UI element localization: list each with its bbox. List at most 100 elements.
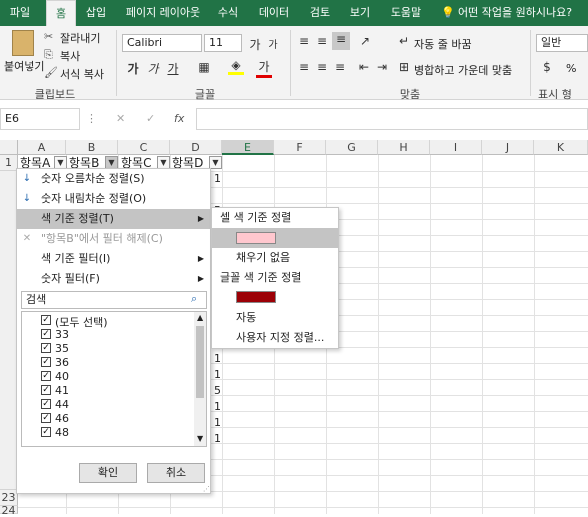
checkbox-item[interactable]: ✓	[41, 427, 51, 437]
scrollbar-thumb[interactable]	[196, 326, 204, 398]
cancel-button[interactable]: 취소	[147, 463, 205, 483]
checkbox-item[interactable]: ✓	[41, 371, 51, 381]
wrap-text-button[interactable]: 자동 줄 바꿈	[414, 36, 472, 52]
column-header[interactable]: F	[274, 140, 326, 155]
tab-review[interactable]: 검토	[304, 0, 336, 26]
cell-value[interactable]: 1	[214, 368, 221, 381]
checkbox-item[interactable]: ✓	[41, 343, 51, 353]
name-box[interactable]: E6	[0, 108, 80, 130]
orientation-icon[interactable]: ↗	[356, 34, 374, 48]
filter-by-color-item[interactable]: 색 기준 필터(I) ▶	[17, 249, 210, 269]
font-size-combo[interactable]: 11	[204, 34, 242, 52]
font-name-combo[interactable]: Calibri	[122, 34, 202, 52]
checkbox-select-all[interactable]: ✓	[41, 315, 51, 325]
resize-grip-icon[interactable]: ⋰	[203, 485, 210, 493]
copy-icon[interactable]: ⎘	[44, 48, 53, 62]
merge-center-button[interactable]: 병합하고 가운데 맞춤	[414, 62, 512, 78]
column-header[interactable]: C	[118, 140, 170, 155]
number-format-combo[interactable]: 일반	[536, 34, 588, 52]
align-left-icon[interactable]: ≡	[296, 60, 312, 74]
scroll-up-icon[interactable]: ▲	[197, 313, 203, 322]
increase-font-icon[interactable]: 가	[248, 36, 262, 53]
tab-file[interactable]: 파일	[0, 0, 40, 26]
column-header[interactable]: H	[378, 140, 430, 155]
sort-descending-item[interactable]: ↓ 숫자 내림차순 정렬(O)	[17, 189, 210, 209]
format-painter-icon[interactable]: 🖌	[44, 66, 58, 79]
checkbox-item[interactable]: ✓	[41, 413, 51, 423]
enter-icon[interactable]: ✓	[146, 112, 155, 125]
dark-red-font-option[interactable]	[212, 288, 338, 308]
paste-icon[interactable]	[12, 30, 34, 56]
column-header[interactable]: D	[170, 140, 222, 155]
column-header[interactable]: E	[222, 140, 274, 155]
number-filter-item[interactable]: 숫자 필터(F) ▶	[17, 269, 210, 289]
fill-color-icon[interactable]: ◈	[228, 58, 244, 75]
pink-fill-option[interactable]	[212, 228, 338, 248]
sort-by-color-item[interactable]: 색 기준 정렬(T) ▶	[17, 209, 210, 229]
list-item-label: 35	[55, 342, 69, 355]
fx-icon[interactable]: fx	[174, 112, 184, 125]
underline-icon[interactable]: 가	[166, 60, 180, 77]
cell-value[interactable]: 5	[214, 384, 221, 397]
align-right-icon[interactable]: ≡	[332, 60, 348, 74]
increase-indent-icon[interactable]: ⇥	[374, 60, 390, 74]
ok-button[interactable]: 확인	[79, 463, 137, 483]
wrap-text-icon[interactable]: ↵	[398, 34, 410, 48]
align-middle-icon[interactable]: ≡	[314, 34, 330, 48]
paste-button[interactable]: 붙여넣기	[4, 58, 44, 74]
align-top-icon[interactable]: ≡	[296, 34, 312, 48]
tab-insert[interactable]: 삽입	[80, 0, 112, 26]
no-fill-option[interactable]: 채우기 없음	[212, 248, 338, 268]
select-all-corner[interactable]	[0, 140, 18, 155]
decrease-indent-icon[interactable]: ⇤	[356, 60, 372, 74]
cell-value[interactable]: 1	[214, 172, 221, 185]
filter-search-input[interactable]: 검색	[21, 291, 207, 309]
cell-value[interactable]: 1	[214, 416, 221, 429]
tab-view[interactable]: 보기	[344, 0, 376, 26]
scroll-down-icon[interactable]: ▼	[197, 434, 203, 443]
sort-ascending-item[interactable]: ↓ 숫자 오름차순 정렬(S)	[17, 169, 210, 189]
formula-input[interactable]	[196, 108, 588, 130]
cut-icon[interactable]: ✂	[44, 30, 53, 43]
cell-value[interactable]: 1	[214, 400, 221, 413]
tab-page-layout[interactable]: 페이지 레이아웃	[122, 0, 204, 26]
font-color-icon[interactable]: 가	[256, 58, 272, 78]
tab-help[interactable]: 도움말	[384, 0, 428, 26]
row-header[interactable]: 24	[0, 505, 18, 516]
column-header[interactable]: K	[534, 140, 588, 155]
merge-icon[interactable]: ⊞	[398, 60, 410, 74]
checkbox-item[interactable]: ✓	[41, 329, 51, 339]
column-header[interactable]: I	[430, 140, 482, 155]
currency-icon[interactable]: $	[538, 60, 556, 74]
format-painter-button[interactable]: 서식 복사	[60, 66, 104, 82]
cancel-icon[interactable]: ✕	[116, 112, 125, 125]
list-item-label: 44	[55, 398, 69, 411]
column-header[interactable]: G	[326, 140, 378, 155]
bold-icon[interactable]: 가	[126, 60, 140, 77]
column-header[interactable]: B	[66, 140, 118, 155]
group-separator	[530, 30, 531, 96]
checkbox-item[interactable]: ✓	[41, 399, 51, 409]
tab-data[interactable]: 데이터	[252, 0, 296, 26]
custom-sort-option[interactable]: 사용자 지정 정렬...	[212, 328, 338, 348]
clear-filter-item[interactable]: ✕ "항목B"에서 필터 해제(C)	[17, 229, 210, 249]
align-bottom-icon[interactable]: ≡	[332, 32, 350, 50]
cell-value[interactable]: 1	[214, 432, 221, 445]
tell-me-box[interactable]: 어떤 작업을 원하시나요?	[458, 0, 588, 26]
align-center-icon[interactable]: ≡	[314, 60, 330, 74]
italic-icon[interactable]: 가	[146, 60, 160, 77]
tab-formulas[interactable]: 수식	[212, 0, 244, 26]
checkbox-item[interactable]: ✓	[41, 357, 51, 367]
percent-button[interactable]: %	[566, 62, 576, 75]
sort-ascending-icon: ↓	[22, 173, 32, 184]
column-header[interactable]: A	[18, 140, 66, 155]
column-header[interactable]: J	[482, 140, 534, 155]
checkbox-item[interactable]: ✓	[41, 385, 51, 395]
cell-value[interactable]: 1	[214, 352, 221, 365]
copy-button[interactable]: 복사	[60, 48, 80, 64]
decrease-font-icon[interactable]: 가	[266, 36, 280, 51]
border-icon[interactable]: ▦	[196, 60, 212, 74]
tab-home[interactable]: 홈	[46, 0, 76, 26]
auto-font-option[interactable]: 자동	[212, 308, 338, 328]
cut-button[interactable]: 잘라내기	[60, 30, 100, 46]
